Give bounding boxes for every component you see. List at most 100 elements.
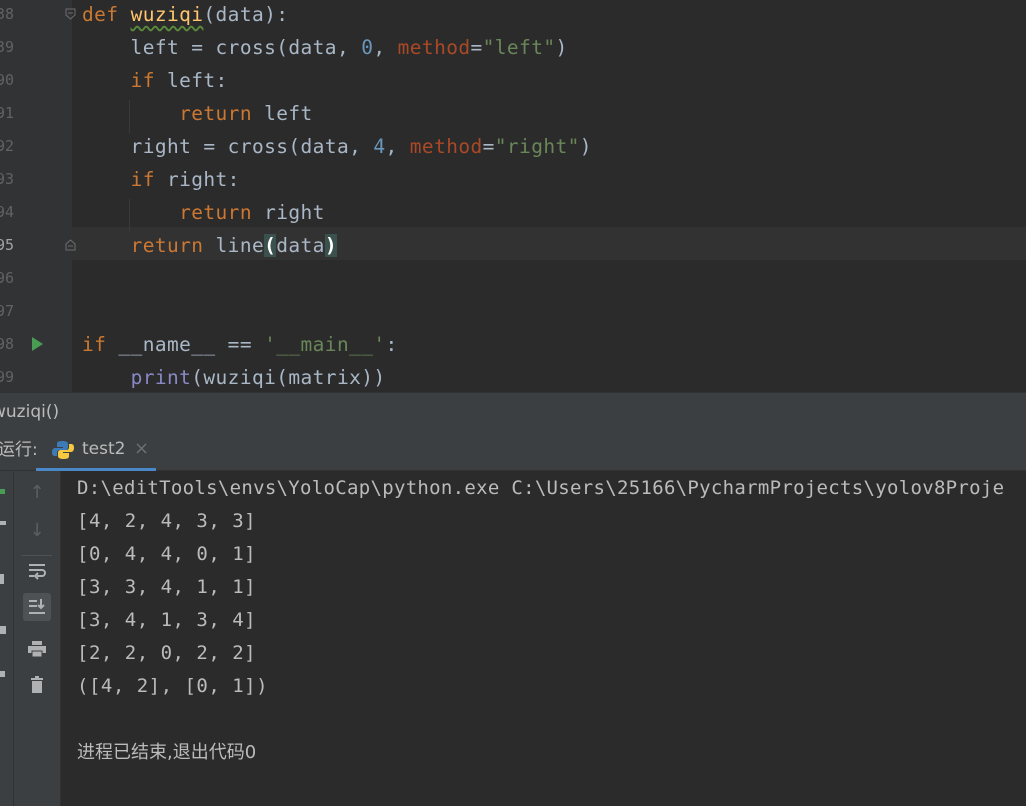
console-output[interactable]: D:\editTools\envs\YoloCap\python.exe C:\… bbox=[61, 471, 1026, 806]
up-arrow-icon[interactable]: ↑ bbox=[23, 479, 51, 507]
line-number: 99 bbox=[0, 368, 15, 386]
code-token: 0 bbox=[361, 36, 374, 59]
breadcrumb[interactable]: wuziqi() bbox=[0, 392, 1026, 432]
code-editor[interactable]: 38 39 90 91 92 93 94 95 96 97 98 99 def wuziqi(data… bbox=[0, 0, 1026, 392]
code-line[interactable]: return right bbox=[82, 196, 325, 229]
line-number: 38 bbox=[0, 5, 15, 23]
code-token: method bbox=[397, 36, 471, 59]
console-output-line: [3, 3, 4, 1, 1] bbox=[77, 576, 257, 598]
code-token: right: bbox=[166, 168, 240, 191]
code-token: ) bbox=[324, 234, 337, 257]
run-tool-window-header: 运行: test2 × bbox=[0, 430, 1026, 471]
code-line[interactable]: right = cross(data, 4, method="right") bbox=[82, 130, 592, 163]
code-token: return bbox=[179, 201, 265, 224]
layout-icon[interactable] bbox=[0, 626, 6, 634]
line-number: 92 bbox=[0, 137, 15, 155]
line-number: 91 bbox=[0, 104, 15, 122]
code-token: "left" bbox=[482, 36, 556, 59]
run-label: 运行: bbox=[0, 440, 38, 460]
code-line[interactable]: return left bbox=[82, 97, 313, 130]
line-number: 97 bbox=[0, 302, 15, 320]
indent-guide bbox=[129, 199, 130, 232]
code-token: return bbox=[179, 102, 265, 125]
line-number: 94 bbox=[0, 203, 15, 221]
tab-label[interactable]: test2 bbox=[82, 430, 125, 468]
code-token: = bbox=[482, 135, 495, 158]
down-arrow-icon[interactable]: ↓ bbox=[23, 517, 51, 545]
line-number: 95 bbox=[0, 236, 15, 254]
editor-gutter[interactable]: 38 39 90 91 92 93 94 95 96 97 98 99 bbox=[0, 0, 76, 392]
rerun-icon[interactable] bbox=[0, 489, 5, 494]
code-token: right bbox=[264, 201, 325, 224]
code-line[interactable]: left = cross(data, 0, method="left") bbox=[82, 31, 568, 64]
run-gutter-icon[interactable] bbox=[32, 337, 43, 351]
python-icon bbox=[52, 440, 74, 460]
code-token: print bbox=[130, 366, 192, 389]
code-token: return bbox=[130, 234, 216, 257]
code-token: : bbox=[385, 333, 398, 356]
code-token: right = cross(data, bbox=[82, 135, 374, 158]
toolbar-separator bbox=[22, 555, 52, 556]
code-line[interactable]: if __name__ == '__main__': bbox=[82, 328, 398, 361]
console-output-line: [2, 2, 0, 2, 2] bbox=[77, 642, 257, 664]
line-number: 96 bbox=[0, 269, 15, 287]
outer-toolbar bbox=[0, 471, 14, 806]
code-line[interactable]: if left: bbox=[82, 64, 228, 97]
breadcrumb-function[interactable]: wuziqi() bbox=[0, 393, 59, 431]
line-number: 90 bbox=[0, 71, 15, 89]
code-token: , bbox=[373, 36, 398, 59]
print-icon[interactable] bbox=[23, 635, 51, 663]
code-token: if bbox=[130, 168, 167, 191]
restart-icon[interactable] bbox=[0, 521, 6, 525]
code-line[interactable]: print(wuziqi(matrix)) bbox=[82, 361, 386, 392]
tab-test2[interactable]: test2 × bbox=[36, 430, 156, 471]
code-token: data bbox=[276, 234, 325, 257]
line-number: 98 bbox=[0, 335, 15, 353]
code-line[interactable]: def wuziqi(data): bbox=[82, 0, 288, 31]
code-token: def bbox=[82, 3, 131, 26]
code-token: (data): bbox=[203, 3, 289, 26]
fold-icon[interactable] bbox=[65, 239, 76, 251]
console-exit-message: 进程已结束,退出代码0 bbox=[77, 742, 257, 763]
code-token: left: bbox=[166, 69, 228, 92]
console-output-line: [3, 4, 1, 3, 4] bbox=[77, 609, 257, 631]
code-token: '__main__' bbox=[264, 333, 386, 356]
code-token: if bbox=[130, 69, 167, 92]
code-token: ) bbox=[579, 135, 592, 158]
indent-guide bbox=[129, 100, 130, 133]
code-token: line bbox=[215, 234, 265, 257]
code-token: method bbox=[409, 135, 483, 158]
console-toolbar: ↑ ↓ bbox=[14, 471, 61, 806]
code-token: __name__ == bbox=[118, 333, 265, 356]
trash-icon[interactable] bbox=[23, 671, 51, 699]
line-number: 93 bbox=[0, 170, 15, 188]
line-number: 39 bbox=[0, 38, 15, 56]
code-token: = bbox=[470, 36, 483, 59]
code-token: wuziqi bbox=[130, 3, 204, 26]
console-output-line: [4, 2, 4, 3, 3] bbox=[77, 510, 257, 532]
code-line[interactable]: if right: bbox=[82, 163, 240, 196]
console-output-line: [0, 4, 4, 0, 1] bbox=[77, 543, 257, 565]
code-token: "right" bbox=[494, 135, 580, 158]
code-token: (wuziqi(matrix)) bbox=[191, 366, 386, 389]
pin-icon[interactable] bbox=[0, 671, 5, 677]
console-output-line: ([4, 2], [0, 1]) bbox=[77, 675, 269, 697]
code-token: 4 bbox=[373, 135, 386, 158]
stop-icon[interactable] bbox=[0, 574, 4, 584]
scroll-to-end-icon[interactable] bbox=[23, 593, 51, 621]
code-line[interactable]: return line(data) bbox=[82, 229, 337, 262]
soft-wrap-icon[interactable] bbox=[23, 557, 51, 585]
close-icon[interactable]: × bbox=[134, 430, 149, 468]
fold-icon[interactable] bbox=[65, 8, 76, 20]
code-token: , bbox=[385, 135, 410, 158]
code-token: ) bbox=[555, 36, 568, 59]
code-token: if bbox=[82, 333, 119, 356]
code-token: left = cross(data, bbox=[82, 36, 362, 59]
console-command-line: D:\editTools\envs\YoloCap\python.exe C:\… bbox=[77, 477, 1005, 499]
